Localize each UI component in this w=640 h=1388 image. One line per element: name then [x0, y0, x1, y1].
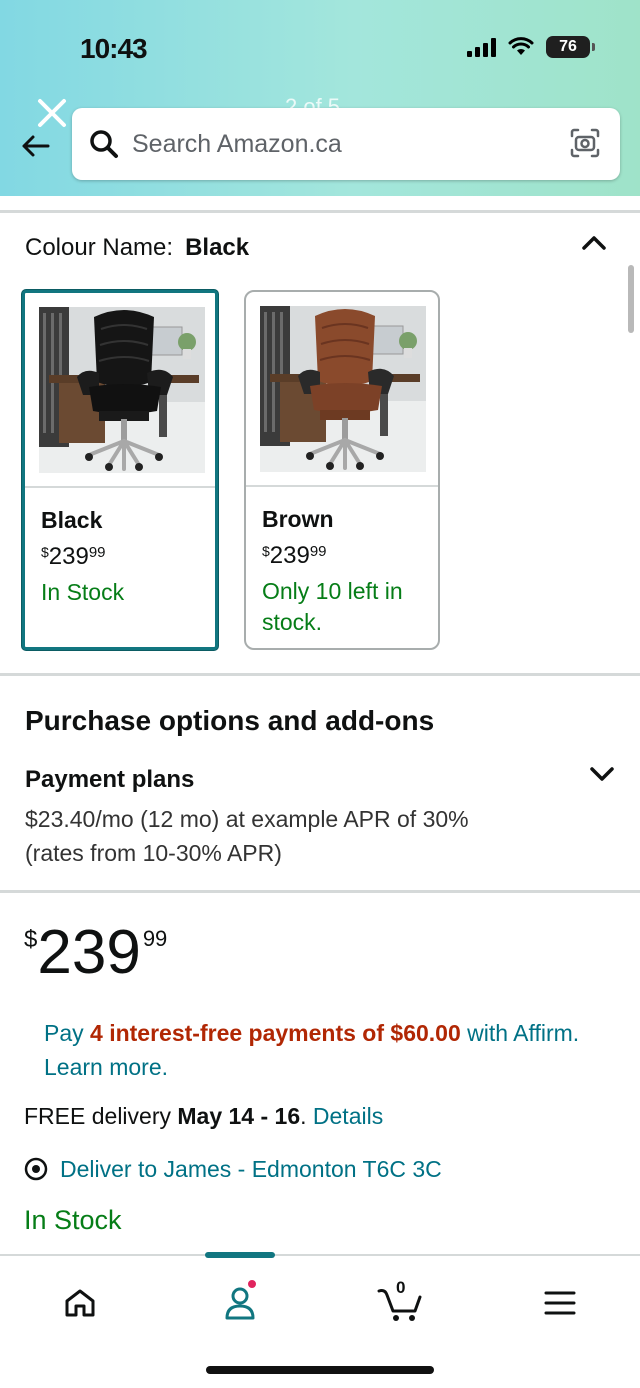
payment-plans-description: $23.40/mo (12 mo) at example APR of 30% …: [25, 806, 469, 866]
image-page-counter: 2 of 5: [285, 94, 341, 108]
search-input[interactable]: [132, 122, 542, 166]
home-icon[interactable]: [63, 1287, 97, 1319]
status-icons: 76: [467, 36, 595, 58]
search-icon[interactable]: [88, 128, 120, 160]
payment-plans-title[interactable]: Payment plans: [25, 766, 194, 794]
nav-home[interactable]: [50, 1278, 110, 1328]
selected-colour-value: Black: [185, 234, 250, 261]
back-arrow-icon[interactable]: [18, 128, 54, 164]
scrollbar-thumb: [628, 265, 634, 333]
price-currency: $: [41, 544, 49, 560]
cart-count: 0: [396, 1278, 406, 1297]
price-fraction: 99: [88, 544, 106, 561]
close-icon[interactable]: [34, 95, 70, 131]
delivery-info: FREE delivery May 14 - 16. Details: [24, 1103, 383, 1130]
price-currency: $: [24, 926, 38, 953]
colour-option-name: Black: [41, 507, 103, 533]
price-whole: 239: [48, 543, 89, 570]
black-chair-image: [39, 307, 205, 473]
colour-option-stock: In Stock: [41, 579, 125, 605]
section-divider: [0, 673, 640, 676]
colour-option-black[interactable]: Black $23999 In Stock: [22, 290, 218, 650]
status-time: 10:43: [80, 33, 148, 64]
product-price: $ 239 99: [24, 916, 167, 990]
delivery-dates: May 14 - 16: [177, 1103, 301, 1129]
nav-menu[interactable]: [530, 1278, 590, 1328]
colour-name-label: Colour Name: Black: [25, 234, 249, 262]
delivery-prefix: FREE delivery: [24, 1103, 178, 1129]
purchase-options-title: Purchase options and add-ons: [25, 705, 435, 736]
price-whole: 239: [269, 542, 310, 569]
menu-icon[interactable]: [543, 1289, 577, 1317]
home-indicator: [206, 1366, 434, 1374]
search-bar[interactable]: [72, 108, 620, 180]
swatch-divider: [246, 485, 438, 487]
location-pin-icon: [24, 1157, 48, 1180]
colour-option-brown[interactable]: Brown $23999 Only 10 left in stock.: [244, 290, 440, 650]
price-whole: 239: [37, 918, 141, 987]
deliver-to-location[interactable]: Deliver to James - Edmonton T6C 3C: [24, 1156, 442, 1183]
brown-chair-image: [260, 306, 426, 472]
stock-status: In Stock: [24, 1205, 122, 1235]
delivery-details-link[interactable]: Details: [313, 1103, 383, 1129]
section-divider: [0, 890, 640, 893]
deliver-to-text[interactable]: Deliver to James - Edmonton T6C 3C: [60, 1156, 442, 1183]
colour-option-price: $23999: [41, 543, 106, 571]
app-header: 10:43 76 2 of 5: [0, 0, 640, 196]
camera-search-icon[interactable]: [568, 126, 602, 160]
swatch-divider: [25, 486, 215, 488]
colour-option-stock: Only 10 left in stock.: [262, 578, 403, 635]
battery-icon: 76: [546, 36, 595, 58]
colour-option-name: Brown: [262, 506, 334, 532]
affirm-highlight: 4 interest-free payments of $60.00: [90, 1020, 461, 1046]
cellular-signal-icon: [467, 37, 496, 57]
nav-cart[interactable]: 0: [370, 1278, 430, 1328]
price-fraction: 99: [309, 543, 327, 560]
affirm-prefix: Pay: [44, 1020, 91, 1046]
colour-option-price: $23999: [262, 542, 327, 570]
price-currency: $: [262, 543, 270, 559]
colour-label-text: Colour Name:: [25, 234, 174, 261]
active-tab-indicator: [205, 1252, 275, 1258]
wifi-icon: [508, 37, 534, 55]
delivery-separator: .: [300, 1103, 313, 1129]
nav-account[interactable]: [210, 1278, 270, 1328]
section-divider: [0, 210, 640, 213]
chevron-down-icon[interactable]: [588, 765, 616, 783]
affirm-payment-offer[interactable]: Pay 4 interest-free payments of $60.00 w…: [44, 1016, 584, 1084]
price-fraction: 99: [142, 926, 168, 951]
chevron-up-icon[interactable]: [580, 232, 608, 252]
notification-dot: [246, 1278, 258, 1290]
